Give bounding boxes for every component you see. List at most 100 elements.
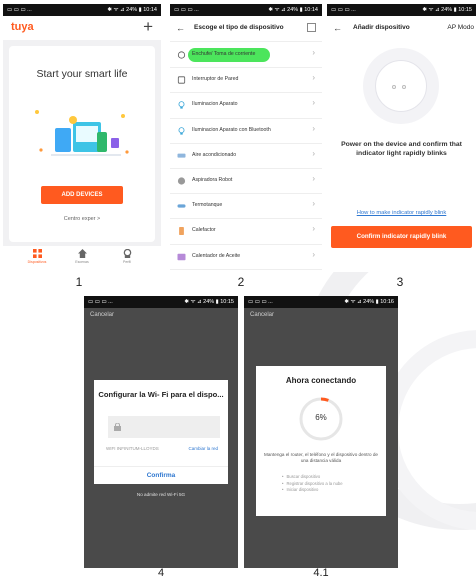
wifi-password-field[interactable] xyxy=(108,416,220,438)
oil-heater-icon xyxy=(177,253,186,260)
cancel-link[interactable]: Cancelar xyxy=(90,312,114,318)
headline: Start your smart life xyxy=(36,68,128,80)
device-type-label: Enchufe/ Toma de corriente xyxy=(192,51,256,57)
expert-center-link[interactable]: Centro exper > xyxy=(9,216,155,222)
grid-icon xyxy=(32,249,42,258)
device-type-item[interactable]: Enchufe/ Toma de corriente › xyxy=(170,43,322,69)
5g-note: No admite red Wi-Fi 5G xyxy=(136,492,186,497)
robot-vacuum-icon xyxy=(177,177,186,185)
composite-screenshot: { "captions": ["1", "2", "3", "4", "4.1"… xyxy=(0,0,476,580)
empty-state-card: Start your smart life ADD DEVICES Centro… xyxy=(9,46,155,242)
caption-2: 2 xyxy=(237,275,245,289)
bluetooth-bulb-icon xyxy=(178,126,185,135)
add-device-header: ← Añadir dispositivo AP Modo xyxy=(327,16,476,42)
plug-icon xyxy=(177,51,186,59)
tab-scenes-label: Escenas xyxy=(75,260,89,264)
tab-profile[interactable]: Perfil xyxy=(107,249,147,264)
status-right: ✱ ᯤ ⊿ 24% ▮ 10:15 xyxy=(184,299,234,305)
tuya-logo: tuya xyxy=(11,21,34,33)
profile-icon xyxy=(123,249,131,258)
steps-list: Buscar dispositivo Registrar dispositivo… xyxy=(282,474,343,494)
ap-mode-toggle[interactable]: AP Modo xyxy=(447,24,474,31)
panel-add-device: ▭ ▭ ▭ ... ✱ ᯤ ⊿ 24% ▮ 10:15 ← Añadir dis… xyxy=(327,4,476,272)
distance-note: Mantenga el router, el teléfono y el dis… xyxy=(264,452,378,463)
device-type-label: Termotanque xyxy=(192,202,223,209)
cancel-link[interactable]: Cancelar xyxy=(250,312,274,318)
instruction-message: Power on the device and confirm that ind… xyxy=(341,141,462,157)
status-right: ✱ ᯤ ⊿ 24% ▮ 10:14 xyxy=(268,7,318,13)
how-to-link[interactable]: How to make indicator rapidly blink xyxy=(327,210,476,216)
confirm-button[interactable]: Confirma xyxy=(94,466,228,479)
chevron-right-icon: › xyxy=(312,73,315,83)
panel-home: ▭ ▭ ▭ ... ✱ ᯤ ⊿ 24% ▮ 10:14 tuya + Start… xyxy=(3,4,161,272)
bulb-icon xyxy=(178,101,185,109)
water-heater-icon xyxy=(177,204,186,208)
device-type-label: Calefactor xyxy=(192,227,216,234)
device-type-label: Iluminacion Aparato con Bluetooth xyxy=(192,126,271,133)
panel-connecting: ▭ ▭ ▭ ... ✱ ᯤ ⊿ 24% ▮ 10:16 Cancelar Aho… xyxy=(244,296,398,568)
status-left: ▭ ▭ ▭ ... xyxy=(248,299,273,305)
device-type-label: Calentador de Aceite xyxy=(192,252,241,259)
lock-icon xyxy=(114,423,121,431)
chevron-right-icon: › xyxy=(312,173,315,183)
status-left: ▭ ▭ ▭ ... xyxy=(331,7,356,13)
device-type-list: Enchufe/ Toma de corriente › Interruptor… xyxy=(170,43,322,270)
caption-4: 4 xyxy=(157,567,165,579)
device-type-label: Iluminacion Aparato xyxy=(192,101,238,108)
status-right: ✱ ᯤ ⊿ 24% ▮ 10:15 xyxy=(422,7,472,13)
indicator-dot-icon xyxy=(392,85,396,89)
status-bar: ▭ ▭ ▭ ... ✱ ᯤ ⊿ 24% ▮ 10:16 xyxy=(244,296,398,308)
confirm-blink-button[interactable]: Confirm indicator rapidly blink xyxy=(331,226,472,248)
home-header: tuya + xyxy=(3,16,161,40)
change-network-link[interactable]: Cambiar la red xyxy=(188,446,218,451)
dialog-title: Configurar la Wi- Fi para el dispo... xyxy=(98,390,224,399)
device-type-label: Aspiradora Robot xyxy=(192,176,233,183)
status-bar: ▭ ▭ ▭ ... ✱ ᯤ ⊿ 24% ▮ 10:15 xyxy=(84,296,238,308)
device-type-item[interactable]: Aspiradora Robot › xyxy=(170,169,322,195)
device-type-item[interactable]: Iluminacion Aparato › xyxy=(170,93,322,119)
status-right: ✱ ᯤ ⊿ 24% ▮ 10:16 xyxy=(344,299,394,305)
tab-scenes[interactable]: Escenas xyxy=(62,249,102,264)
page-title: Añadir dispositivo xyxy=(353,24,410,31)
plus-icon[interactable]: + xyxy=(143,17,153,37)
tab-devices-label: Dispositivos xyxy=(27,260,47,264)
device-type-item[interactable]: Interruptor de Pared › xyxy=(170,68,322,94)
step-item: Iniciar dispositivo xyxy=(282,487,343,494)
wall-switch-icon xyxy=(177,76,186,84)
caption-4-1: 4.1 xyxy=(313,567,329,579)
connecting-dialog: Ahora conectando 6% Mantenga el router, … xyxy=(256,366,386,516)
status-bar: ▭ ▭ ▭ ... ✱ ᯤ ⊿ 24% ▮ 10:14 xyxy=(170,4,322,16)
device-type-item[interactable]: Calefactor › xyxy=(170,219,322,245)
device-type-item[interactable]: Iluminacion Aparato con Bluetooth › xyxy=(170,119,322,144)
caption-3: 3 xyxy=(396,275,404,289)
status-bar: ▭ ▭ ▭ ... ✱ ᯤ ⊿ 24% ▮ 10:15 xyxy=(327,4,476,16)
scan-icon[interactable] xyxy=(307,23,316,32)
device-face xyxy=(375,60,427,112)
wifi-ssid: WIFI INFINITUM-LLOYDS xyxy=(106,446,159,451)
status-left: ▭ ▭ ▭ ... xyxy=(88,299,113,305)
tab-profile-label: Perfil xyxy=(123,260,131,264)
smart-devices-illustration xyxy=(35,110,129,156)
page-title: Escoge el tipo de dispositivo xyxy=(194,24,284,31)
device-type-item[interactable]: Calentador de Aceite › xyxy=(170,245,322,270)
wifi-dialog: Configurar la Wi- Fi para el dispo... WI… xyxy=(94,380,228,484)
status-left: ▭ ▭ ▭ ... xyxy=(174,7,199,13)
back-arrow-icon[interactable]: ← xyxy=(333,23,342,33)
chevron-right-icon: › xyxy=(312,224,315,234)
tab-devices[interactable]: Dispositivos xyxy=(17,249,57,264)
air-conditioner-icon xyxy=(177,153,186,158)
dialog-title: Ahora conectando xyxy=(285,376,357,385)
indicator-dot-icon xyxy=(402,85,406,89)
device-type-label: Interruptor de Pared xyxy=(192,76,239,83)
progress-percent: 6% xyxy=(315,413,327,422)
add-devices-button[interactable]: ADD DEVICES xyxy=(41,186,123,204)
bottom-tab-bar: Dispositivos Escenas Perfil xyxy=(3,246,161,272)
back-arrow-icon[interactable]: ← xyxy=(176,23,185,33)
status-bar: ▭ ▭ ▭ ... ✱ ᯤ ⊿ 24% ▮ 10:14 xyxy=(3,4,161,16)
chevron-right-icon: › xyxy=(312,249,315,259)
panel-wifi-config: ▭ ▭ ▭ ... ✱ ᯤ ⊿ 24% ▮ 10:15 Cancelar Con… xyxy=(84,296,238,568)
device-type-item[interactable]: Termotanque › xyxy=(170,194,322,220)
device-type-item[interactable]: Aire acondicionado › xyxy=(170,144,322,169)
chevron-right-icon: › xyxy=(312,148,315,158)
device-type-header: ← Escoge el tipo de dispositivo xyxy=(170,16,322,42)
